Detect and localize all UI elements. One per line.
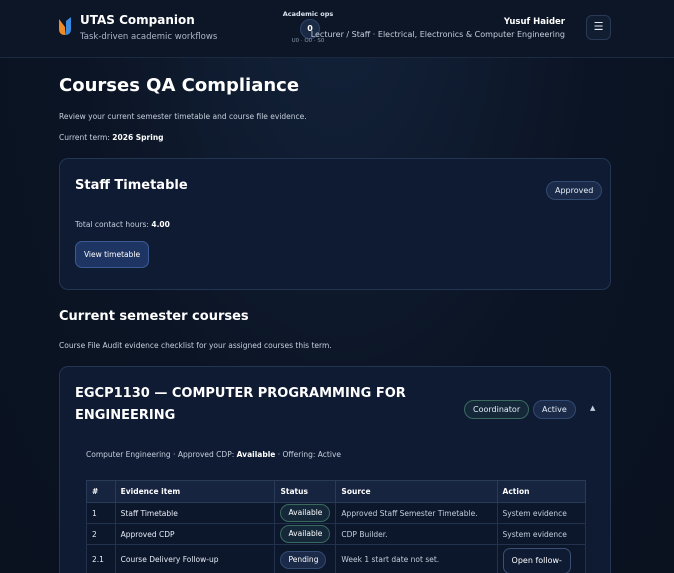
contact-hours: Total contact hours: 4.00 [75,220,170,229]
column-header-number: # [86,480,116,503]
course-meta-suffix: · Offering: Active [277,450,341,459]
timetable-status-badge: Approved [546,181,603,200]
hamburger-menu-icon: ☰ [593,20,604,33]
row-number: 1 [86,502,116,524]
page-title: Courses QA Compliance [59,75,300,96]
academic-ops-label: Academic ops [282,10,334,18]
status-cell: Available [274,502,337,524]
column-header-evidence-item: Evidence item [114,480,276,503]
term-value: 2026 Spring [112,133,164,142]
table-row: 2 Approved CDP Available CDP Builder. Sy… [86,523,587,545]
contact-hours-value: 4.00 [151,220,170,229]
top-bar: UTAS Companion Task-driven academic work… [0,0,674,58]
column-header-status: Status [274,480,337,503]
contact-hours-label: Total contact hours: [75,220,149,229]
status-badge: Available [280,525,331,543]
action-cell: Open follow- [496,544,587,573]
user-name: Yusuf Haider [503,17,565,27]
evidence-table: # Evidence item Status Source Action 1 S… [86,480,587,573]
open-follow-up-button[interactable]: Open follow- [502,548,571,573]
term-label: Current term: [59,133,110,142]
user-role: Lecturer / Staff · Electrical, Electroni… [310,30,565,39]
timetable-card-title: Staff Timetable [75,178,188,193]
row-number: 2 [86,523,116,545]
course-title: EGCP1130 — COMPUTER PROGRAMMING FOR ENGI… [75,386,406,423]
utas-logo-icon [59,17,71,35]
evidence-item: Approved CDP [114,523,276,545]
course-card: EGCP1130 — COMPUTER PROGRAMMING FOR ENGI… [59,366,611,573]
table-row: 2.1 Course Delivery Follow-up Pending We… [86,544,587,573]
action-cell: System evidence [496,523,587,545]
column-header-action: Action [496,480,587,503]
source-cell: Week 1 start date not set. [335,544,498,573]
source-cell: Approved Staff Semester Timetable. [335,502,498,524]
page-description: Review your current semester timetable a… [59,112,307,121]
column-header-source: Source [335,480,498,503]
view-timetable-button[interactable]: View timetable [75,241,149,268]
app-subtitle: Task-driven academic workflows [80,32,218,42]
course-meta: Computer Engineering · Approved CDP: Ava… [86,450,341,459]
table-header-row: # Evidence item Status Source Action [86,480,587,503]
course-state-badge: Active [533,400,576,419]
status-badge: Available [280,504,331,522]
evidence-item: Course Delivery Follow-up [114,544,276,573]
courses-section-description: Course File Audit evidence checklist for… [59,341,332,350]
course-role-badge: Coordinator [464,400,530,419]
course-meta-cdp: Available [236,450,276,459]
status-cell: Available [274,523,337,545]
menu-button[interactable]: ☰ [586,15,611,40]
course-meta-prefix: Computer Engineering · Approved CDP: [86,450,235,459]
action-cell: System evidence [496,502,587,524]
courses-section-title: Current semester courses [59,309,249,324]
table-row: 1 Staff Timetable Available Approved Sta… [86,502,587,524]
status-cell: Pending [274,544,337,573]
current-term: Current term: 2026 Spring [59,133,164,142]
app-title: UTAS Companion [80,13,195,27]
evidence-item: Staff Timetable [114,502,276,524]
staff-timetable-card: Staff Timetable Approved Total contact h… [59,158,611,290]
collapse-chevron-icon[interactable]: ▲ [590,404,595,412]
source-cell: CDP Builder. [335,523,498,545]
row-number: 2.1 [86,544,116,573]
status-badge: Pending [280,550,327,569]
